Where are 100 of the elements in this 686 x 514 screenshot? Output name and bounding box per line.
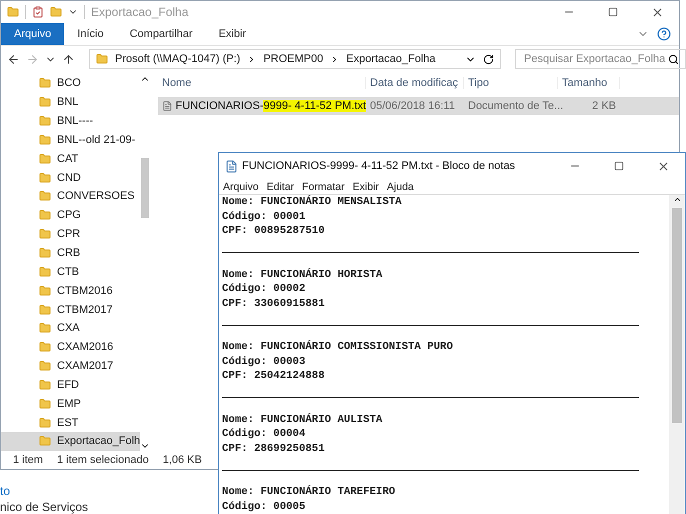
sidebar-item[interactable]: CTBM2017	[1, 300, 140, 319]
folder-label: Exportacao_Folh	[57, 435, 140, 448]
link[interactable]: to	[0, 484, 10, 498]
text-line: CPF: 25042124888	[222, 369, 326, 384]
folder-label: BCO	[57, 77, 81, 90]
refresh-icon[interactable]	[483, 54, 494, 64]
folder-icon	[39, 284, 51, 297]
sidebar-item[interactable]: CTBM2016	[1, 281, 140, 300]
help-icon[interactable]	[657, 27, 671, 41]
sidebar-item[interactable]: BNL--old 21-09-	[1, 130, 140, 150]
window-title: Exportacao_Folha	[91, 5, 188, 19]
sidebar-item[interactable]: CXAM2016	[1, 338, 140, 357]
sidebar-item[interactable]: CAT	[1, 149, 140, 168]
folder-icon	[39, 341, 51, 354]
folder-label: CXAM2017	[57, 360, 114, 372]
sidebar-item[interactable]: CRB	[1, 244, 140, 262]
sidebar-item[interactable]: EMP	[1, 394, 140, 414]
scrollbar-thumb[interactable]	[672, 208, 682, 423]
status-text: 1 item	[13, 454, 43, 466]
up-icon[interactable]	[62, 52, 75, 66]
ribbon-tab[interactable]: Início	[64, 23, 117, 45]
folder-icon	[39, 152, 51, 165]
sidebar-item[interactable]: CONVERSOES	[1, 187, 140, 206]
folder-icon	[39, 172, 51, 184]
folder-label: CND	[57, 172, 81, 184]
folder-label: CTBM2017	[57, 304, 113, 316]
column-header[interactable]: Nome	[158, 77, 366, 89]
menu-item[interactable]: Arquivo	[223, 180, 259, 192]
column-header[interactable]: Tipo	[464, 77, 558, 89]
file-row[interactable]: FUNCIONARIOS-9999- 4-11-52 PM.txt 05/06/2018 16:11 Documento de Te... 2 KB	[158, 97, 679, 115]
folder-label: BNL--old 21-09-	[57, 134, 136, 146]
sidebar-item[interactable]: EFD	[1, 376, 140, 394]
folder-label: CAT	[57, 152, 78, 165]
sidebar-item[interactable]: CPG	[1, 206, 140, 225]
status-text: 1 item selecionado	[56, 454, 149, 466]
column-header[interactable]: Data de modificaç	[366, 77, 464, 89]
menu-item[interactable]: Editar	[266, 180, 294, 192]
breadcrumb-item[interactable]: Exportacao_Folha	[346, 53, 436, 65]
menu-item[interactable]: Ajuda	[386, 180, 414, 192]
folder-icon	[39, 360, 51, 372]
folder-icon	[39, 416, 51, 429]
sidebar-item[interactable]: BCO	[1, 74, 140, 93]
ribbon-tab[interactable]: Arquivo	[1, 23, 64, 45]
ribbon-tab[interactable]: Exibir	[206, 23, 260, 45]
menu-item[interactable]: Exibir	[352, 180, 379, 192]
folder-icon	[39, 247, 51, 260]
folder-label: BNL	[57, 96, 78, 108]
back-icon[interactable]	[7, 52, 20, 66]
folder-icon	[39, 398, 51, 410]
breadcrumb-item[interactable]: PROEMP00	[263, 53, 324, 65]
maximize-icon[interactable]	[614, 161, 624, 171]
sidebar-item[interactable]: Exportacao_Folh	[1, 432, 140, 451]
folder-label: BNL----	[57, 115, 94, 128]
clipboard-check-icon[interactable]	[32, 6, 44, 18]
folder-icon	[39, 322, 51, 334]
text-line: Código: 00003	[222, 354, 306, 369]
file-type: Documento de Te...	[467, 100, 564, 112]
breadcrumb-item[interactable]: Prosoft (\\MAQ-1047) (P:)	[115, 53, 240, 65]
menu-item[interactable]: Formatar	[302, 180, 345, 192]
sidebar-item[interactable]: EST	[1, 413, 140, 432]
address-bar[interactable]: Prosoft (\\MAQ-1047) (P:) PROEMP00 Exportacao_Folha	[89, 49, 501, 69]
text-line: Nome: FUNCIONÁRIO MENSALISTA	[222, 195, 403, 210]
column-header[interactable]: Tamanho	[558, 77, 620, 89]
folder-label: EMP	[57, 398, 81, 410]
sidebar-item[interactable]: CXA	[1, 318, 140, 338]
sidebar-item[interactable]: CXAM2017	[1, 356, 140, 376]
text-line: Código: 00002	[222, 282, 306, 296]
sidebar-item[interactable]: BNL----	[1, 112, 140, 131]
sidebar-item[interactable]: CTB	[1, 262, 140, 282]
text-line: Nome: FUNCIONÁRIO AULISTA	[222, 412, 384, 427]
folder-icon	[50, 6, 62, 18]
folder-icon	[39, 209, 51, 222]
ribbon-tab[interactable]: Compartilhar	[116, 23, 206, 45]
window-title: FUNCIONARIOS-9999- 4-11-52 PM.txt - Bloco de notas	[242, 160, 516, 172]
folder-icon	[39, 115, 51, 128]
folder-icon	[39, 435, 51, 448]
close-icon[interactable]	[650, 6, 664, 18]
maximize-icon[interactable]	[608, 7, 618, 17]
folder-label: CXAM2016	[57, 341, 114, 354]
scroll-up-icon[interactable]	[672, 195, 682, 204]
search-field[interactable]: Pesquisar Exportacao_Folha	[515, 49, 686, 69]
folder-icon	[39, 134, 51, 146]
text-line: CPF: 28699250851	[222, 442, 326, 456]
modified-date: 05/06/2018 16:11	[369, 100, 456, 112]
sidebar-item[interactable]: BNL	[1, 92, 140, 112]
text-line: Nome: FUNCIONÁRIO COMISSIONISTA PURO	[222, 340, 454, 354]
folder-label: CRB	[57, 247, 80, 260]
folder-icon	[39, 77, 51, 90]
close-icon[interactable]	[656, 160, 670, 172]
file-size: 2 KB	[591, 100, 617, 112]
text-line: Código: 00005	[222, 500, 306, 514]
sidebar-item[interactable]: CPR	[1, 224, 140, 244]
sidebar-item[interactable]: CND	[1, 168, 140, 188]
folder-icon	[39, 228, 51, 240]
folder-label: CONVERSOES	[57, 190, 135, 202]
text-line: CPF: 33060915881	[222, 296, 326, 311]
folder-icon	[7, 6, 19, 18]
scrollbar-thumb[interactable]	[141, 158, 150, 218]
folder-label: EST	[57, 416, 78, 429]
folder-label: CPR	[57, 228, 80, 240]
